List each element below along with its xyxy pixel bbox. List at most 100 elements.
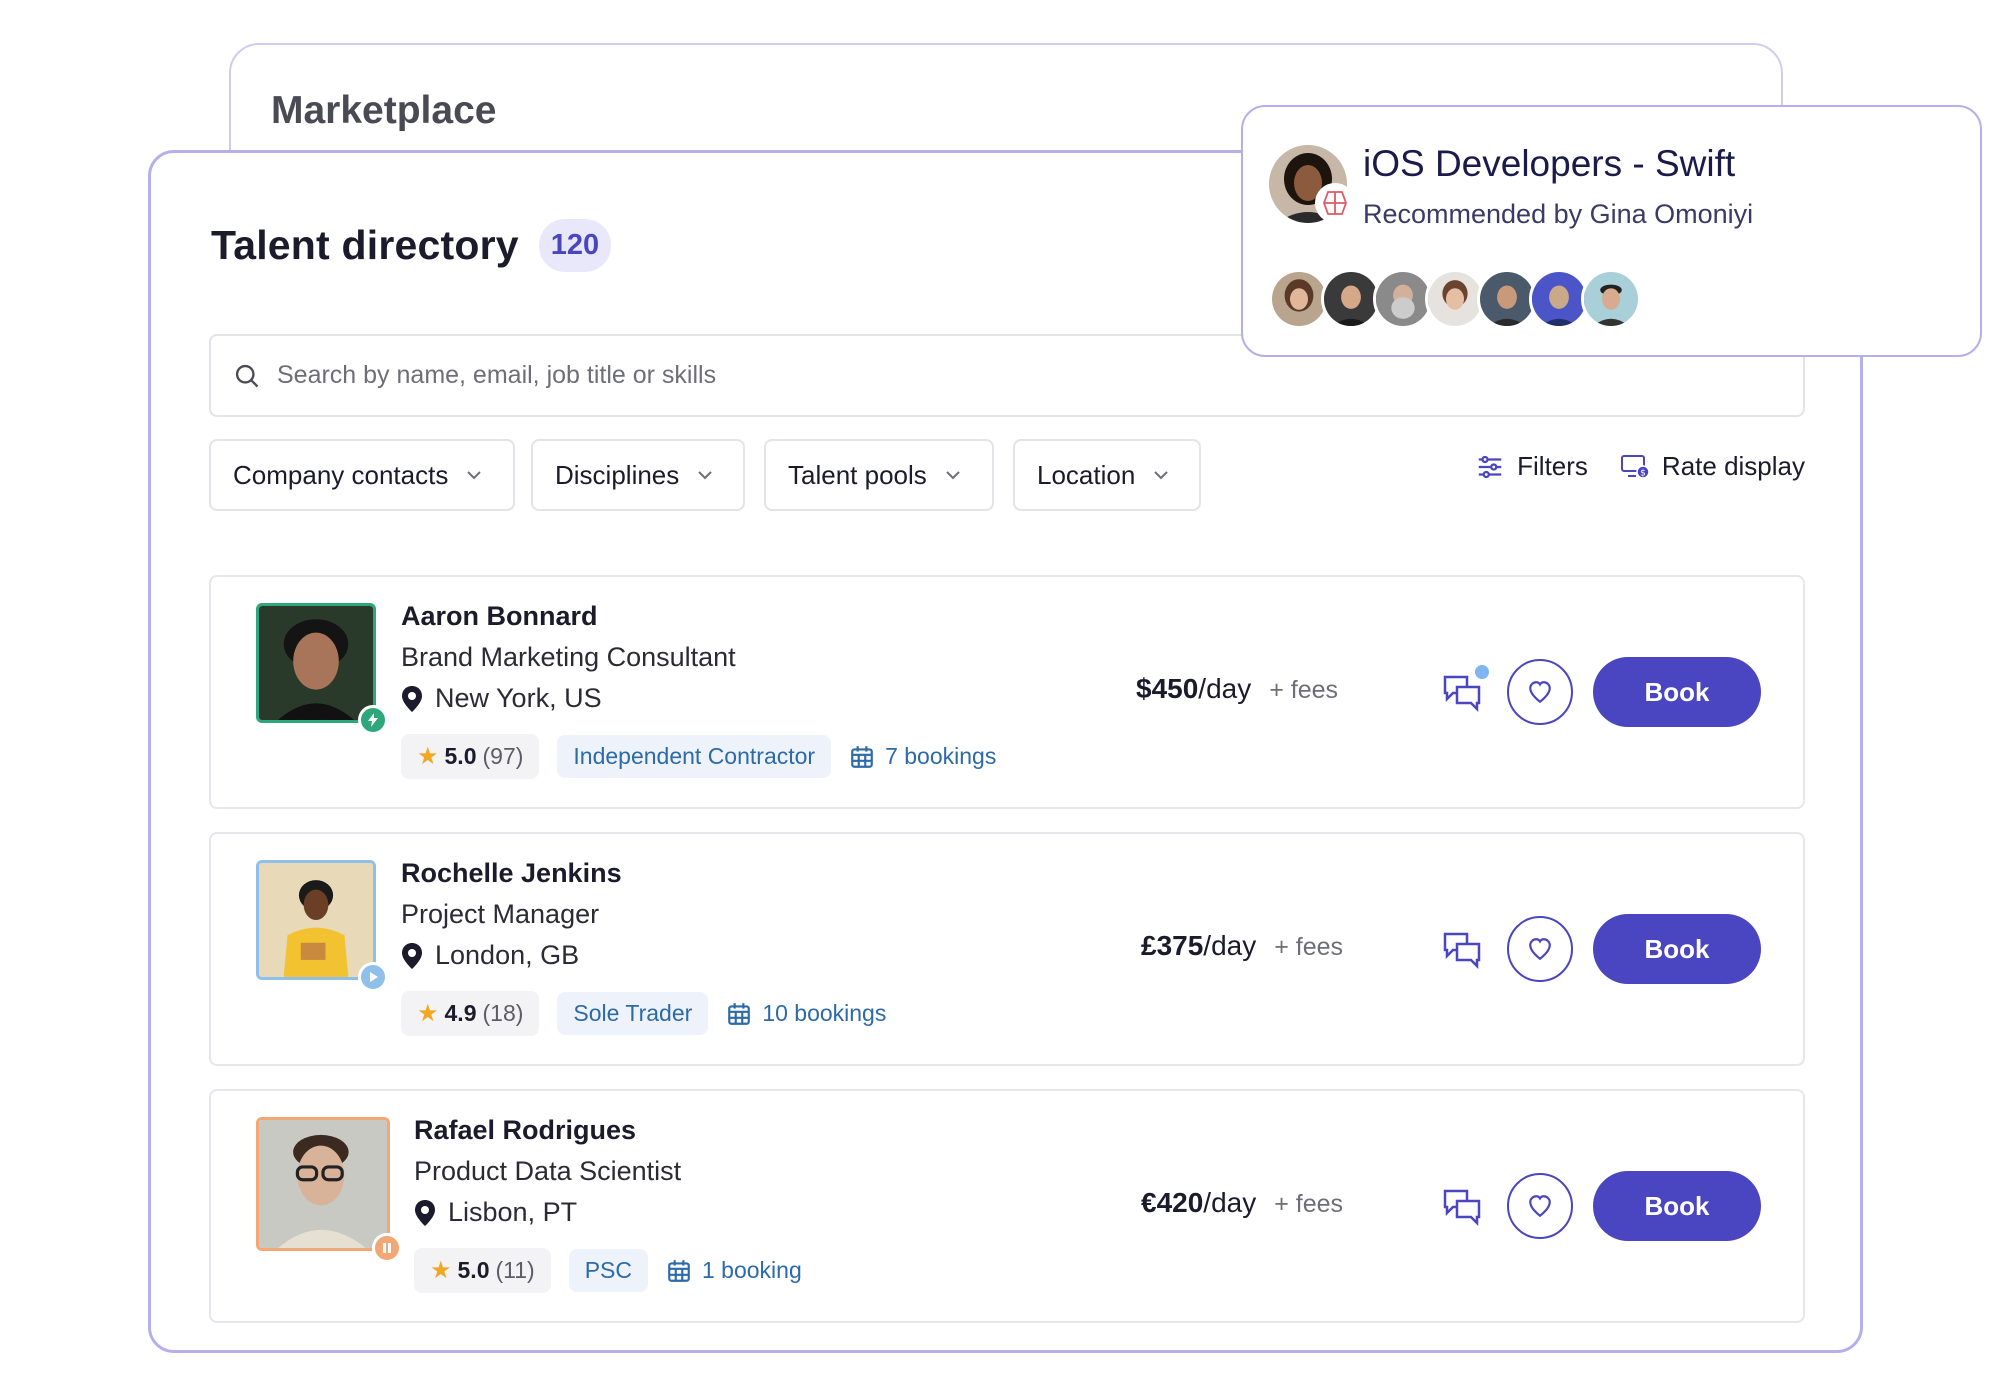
- favorite-button[interactable]: [1507, 1173, 1573, 1239]
- monitor-dollar-icon: $: [1620, 454, 1650, 479]
- rating-chip: ★ 5.0 (11): [414, 1248, 551, 1293]
- talent-card[interactable]: Aaron Bonnard Brand Marketing Consultant…: [209, 575, 1805, 809]
- avatar-photo: [256, 603, 376, 723]
- rating-chip: ★ 5.0 (97): [401, 734, 540, 779]
- star-icon: ★: [417, 743, 439, 770]
- play-icon: [370, 972, 378, 982]
- dropdown-company-contacts[interactable]: Company contacts: [209, 439, 515, 511]
- unread-dot: [1475, 665, 1489, 679]
- dropdown-label: Disciplines: [555, 459, 680, 490]
- talent-info: Aaron Bonnard Brand Marketing Consultant…: [401, 601, 996, 779]
- chevron-down-icon: [698, 471, 712, 480]
- talent-chips: ★ 5.0 (11) PSC 1 booking: [414, 1248, 802, 1293]
- person-photo-icon: [259, 1120, 387, 1248]
- rate-fees: + fees: [1274, 1190, 1344, 1218]
- rate-unit: /day: [1203, 930, 1257, 961]
- dropdown-label: Location: [1037, 459, 1136, 490]
- rate: $450/day + fees: [1136, 673, 1338, 705]
- rating-score: 4.9: [444, 1000, 477, 1026]
- star-icon: ★: [430, 1257, 452, 1284]
- bookings-link[interactable]: 7 bookings: [849, 743, 996, 770]
- dropdown-label: Talent pools: [788, 459, 927, 490]
- rate-unit: /day: [1198, 673, 1252, 704]
- avatar: [1269, 269, 1329, 329]
- favorite-button[interactable]: [1507, 916, 1573, 982]
- rate-fees: + fees: [1274, 933, 1344, 961]
- search-icon: [235, 364, 259, 387]
- bookings-label: 1 booking: [702, 1257, 802, 1283]
- lightning-icon: [368, 713, 378, 727]
- chevron-down-icon: [946, 471, 960, 480]
- bookings-link[interactable]: 1 booking: [666, 1257, 802, 1284]
- search-input[interactable]: [277, 361, 1677, 390]
- filters-button[interactable]: Filters: [1475, 451, 1588, 482]
- bookings-label: 10 bookings: [762, 1000, 887, 1026]
- heart-icon: [1529, 938, 1551, 961]
- avatar: [1321, 269, 1381, 329]
- location-label: Lisbon, PT: [448, 1197, 578, 1227]
- status-badge: [358, 705, 388, 735]
- bookings-link[interactable]: 10 bookings: [726, 1000, 886, 1027]
- talent-card[interactable]: Rochelle Jenkins Project Manager London,…: [209, 832, 1805, 1066]
- avatar[interactable]: [256, 1117, 402, 1263]
- avatar: [1425, 269, 1485, 329]
- status-badge: [372, 1233, 402, 1263]
- map-pin-icon: [402, 685, 422, 712]
- worker-type-chip: PSC: [568, 1249, 648, 1292]
- talent-location: New York, US: [401, 683, 996, 714]
- rating-score: 5.0: [444, 743, 477, 769]
- calendar-icon: [851, 745, 873, 768]
- toolbar: Filters $ Rate display: [1475, 451, 1805, 482]
- talent-name[interactable]: Aaron Bonnard: [401, 601, 996, 632]
- avatar-photo: [256, 1117, 390, 1251]
- dropdown-location[interactable]: Location: [1013, 439, 1201, 511]
- avatar: [1581, 269, 1641, 329]
- avatar-stack: [1269, 269, 1641, 329]
- avatar[interactable]: [256, 603, 388, 735]
- status-badge: [358, 962, 388, 992]
- rate-value: £375: [1141, 930, 1204, 961]
- book-button[interactable]: Book: [1593, 657, 1761, 727]
- talent-card[interactable]: Rafael Rodrigues Product Data Scientist …: [209, 1089, 1805, 1323]
- dropdown-label: Company contacts: [233, 459, 449, 490]
- rate: £375/day + fees: [1141, 930, 1343, 962]
- chevron-down-icon: [1154, 471, 1169, 480]
- rate-display-button[interactable]: $ Rate display: [1620, 451, 1805, 482]
- location-label: London, GB: [435, 940, 580, 970]
- heart-icon: [1529, 681, 1551, 704]
- svg-text:$: $: [1640, 468, 1646, 478]
- calendar-icon: [668, 1259, 690, 1282]
- rate-value: €420: [1141, 1187, 1204, 1218]
- book-button[interactable]: Book: [1593, 914, 1761, 984]
- book-button[interactable]: Book: [1593, 1171, 1761, 1241]
- rate-amount: $450/day: [1136, 673, 1251, 705]
- filters-label: Filters: [1517, 451, 1588, 481]
- talent-name[interactable]: Rochelle Jenkins: [401, 858, 886, 889]
- pause-icon: [383, 1243, 391, 1253]
- recommended-by-label: Recommended by Gina Omoniyi: [1363, 199, 1754, 229]
- chat-bubbles-icon: [1443, 932, 1481, 970]
- dropdown-talent-pools[interactable]: Talent pools: [764, 439, 994, 511]
- chat-bubbles-icon: [1443, 1189, 1481, 1227]
- message-button[interactable]: [1441, 1183, 1485, 1227]
- sliders-icon: [1478, 455, 1502, 478]
- rate-unit: /day: [1203, 1187, 1257, 1218]
- bookings-label: 7 bookings: [885, 743, 997, 769]
- map-pin-icon: [415, 1199, 435, 1226]
- message-button[interactable]: [1441, 665, 1489, 713]
- marketplace-title: Marketplace: [271, 89, 497, 132]
- person-photo-icon: [259, 606, 373, 720]
- count-badge: 120: [538, 219, 612, 272]
- avatar: [1529, 269, 1589, 329]
- talent-info: Rochelle Jenkins Project Manager London,…: [401, 858, 886, 1036]
- star-icon: ★: [417, 1000, 439, 1027]
- talent-pool-recommendation-card[interactable]: iOS Developers - Swift Recommended by Gi…: [1241, 105, 1982, 357]
- talent-name[interactable]: Rafael Rodrigues: [414, 1115, 802, 1146]
- dropdown-disciplines[interactable]: Disciplines: [531, 439, 745, 511]
- avatar[interactable]: [256, 860, 388, 992]
- rate: €420/day + fees: [1141, 1187, 1343, 1219]
- favorite-button[interactable]: [1507, 659, 1573, 725]
- calendar-icon: [728, 1002, 751, 1025]
- talent-pool-title[interactable]: iOS Developers - Swift: [1363, 143, 1735, 185]
- message-button[interactable]: [1441, 926, 1485, 970]
